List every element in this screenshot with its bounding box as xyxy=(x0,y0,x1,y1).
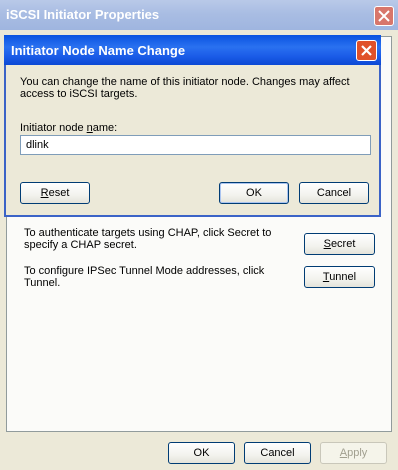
ipsec-instructions: To configure IPSec Tunnel Mode addresses… xyxy=(24,265,265,289)
dialog-cancel-button[interactable]: Cancel xyxy=(299,182,369,204)
node-name-label: Initiator node name: xyxy=(20,122,117,134)
close-icon xyxy=(361,45,372,56)
apply-button[interactable]: Apply xyxy=(320,442,387,464)
dialog-close-button[interactable] xyxy=(356,40,377,61)
reset-label-mnemonic: R xyxy=(40,187,49,199)
parent-cancel-button[interactable]: Cancel xyxy=(244,442,311,464)
dialog-title: Initiator Node Name Change xyxy=(11,43,186,58)
reset-label-rest: eset xyxy=(48,187,70,199)
secret-label-rest: ecret xyxy=(330,238,356,250)
chap-instructions: To authenticate targets using CHAP, clic… xyxy=(24,227,272,251)
node-name-label-rest: ame: xyxy=(92,122,118,134)
parent-title-bar: iSCSI Initiator Properties xyxy=(0,0,398,30)
parent-ok-button[interactable]: OK xyxy=(168,442,235,464)
dialog-title-bar: Initiator Node Name Change xyxy=(4,35,381,65)
close-icon xyxy=(378,10,390,22)
parent-close-button[interactable] xyxy=(374,6,394,26)
apply-label-rest: pply xyxy=(347,447,368,459)
secret-label-mnemonic: S xyxy=(323,238,331,250)
dialog-description: You can change the name of this initiato… xyxy=(20,76,350,100)
reset-button[interactable]: Reset xyxy=(20,182,90,204)
tunnel-button[interactable]: Tunnel xyxy=(304,266,375,288)
secret-button[interactable]: Secret xyxy=(304,233,375,255)
node-name-label-pre: Initiator node xyxy=(20,122,87,134)
tunnel-label-rest: unnel xyxy=(329,271,357,283)
dialog-ok-button[interactable]: OK xyxy=(219,182,289,204)
node-name-change-dialog: Initiator Node Name Change You can chang… xyxy=(4,35,381,217)
apply-label-mnemonic: A xyxy=(339,447,348,459)
parent-window-title: iSCSI Initiator Properties xyxy=(6,7,160,22)
node-name-input[interactable] xyxy=(20,135,371,155)
